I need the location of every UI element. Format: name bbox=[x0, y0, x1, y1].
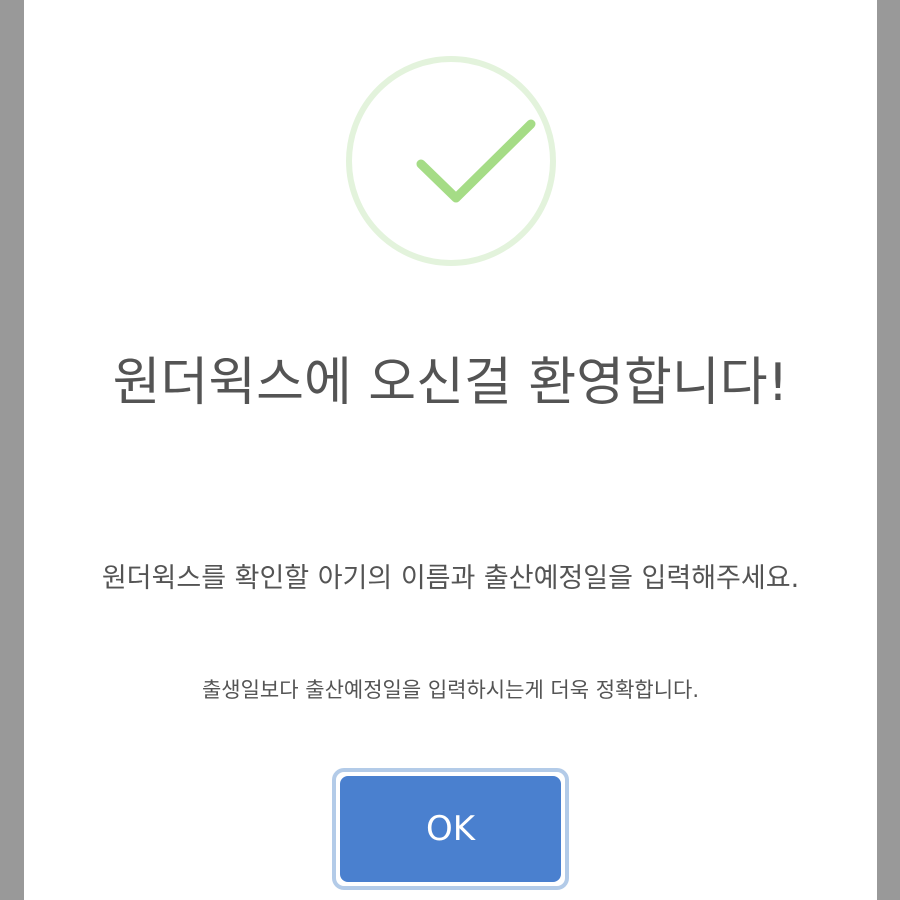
alert-dialog: 원더윅스에 오신걸 환영합니다! 원더윅스를 확인할 아기의 이름과 출산예정일… bbox=[24, 0, 877, 900]
ok-button-focus-ring: OK bbox=[332, 768, 569, 890]
dialog-text: 원더윅스를 확인할 아기의 이름과 출산예정일을 입력해주세요. bbox=[101, 563, 800, 594]
success-check-icon bbox=[346, 56, 556, 266]
modal-overlay: 원더윅스에 오신걸 환영합니다! 원더윅스를 확인할 아기의 이름과 출산예정일… bbox=[0, 0, 900, 900]
dialog-title: 원더윅스에 오신걸 환영합니다! bbox=[112, 353, 789, 413]
dialog-subtext: 출생일보다 출산예정일을 입력하시는게 더욱 정확합니다. bbox=[201, 678, 700, 702]
ok-button[interactable]: OK bbox=[340, 776, 561, 882]
